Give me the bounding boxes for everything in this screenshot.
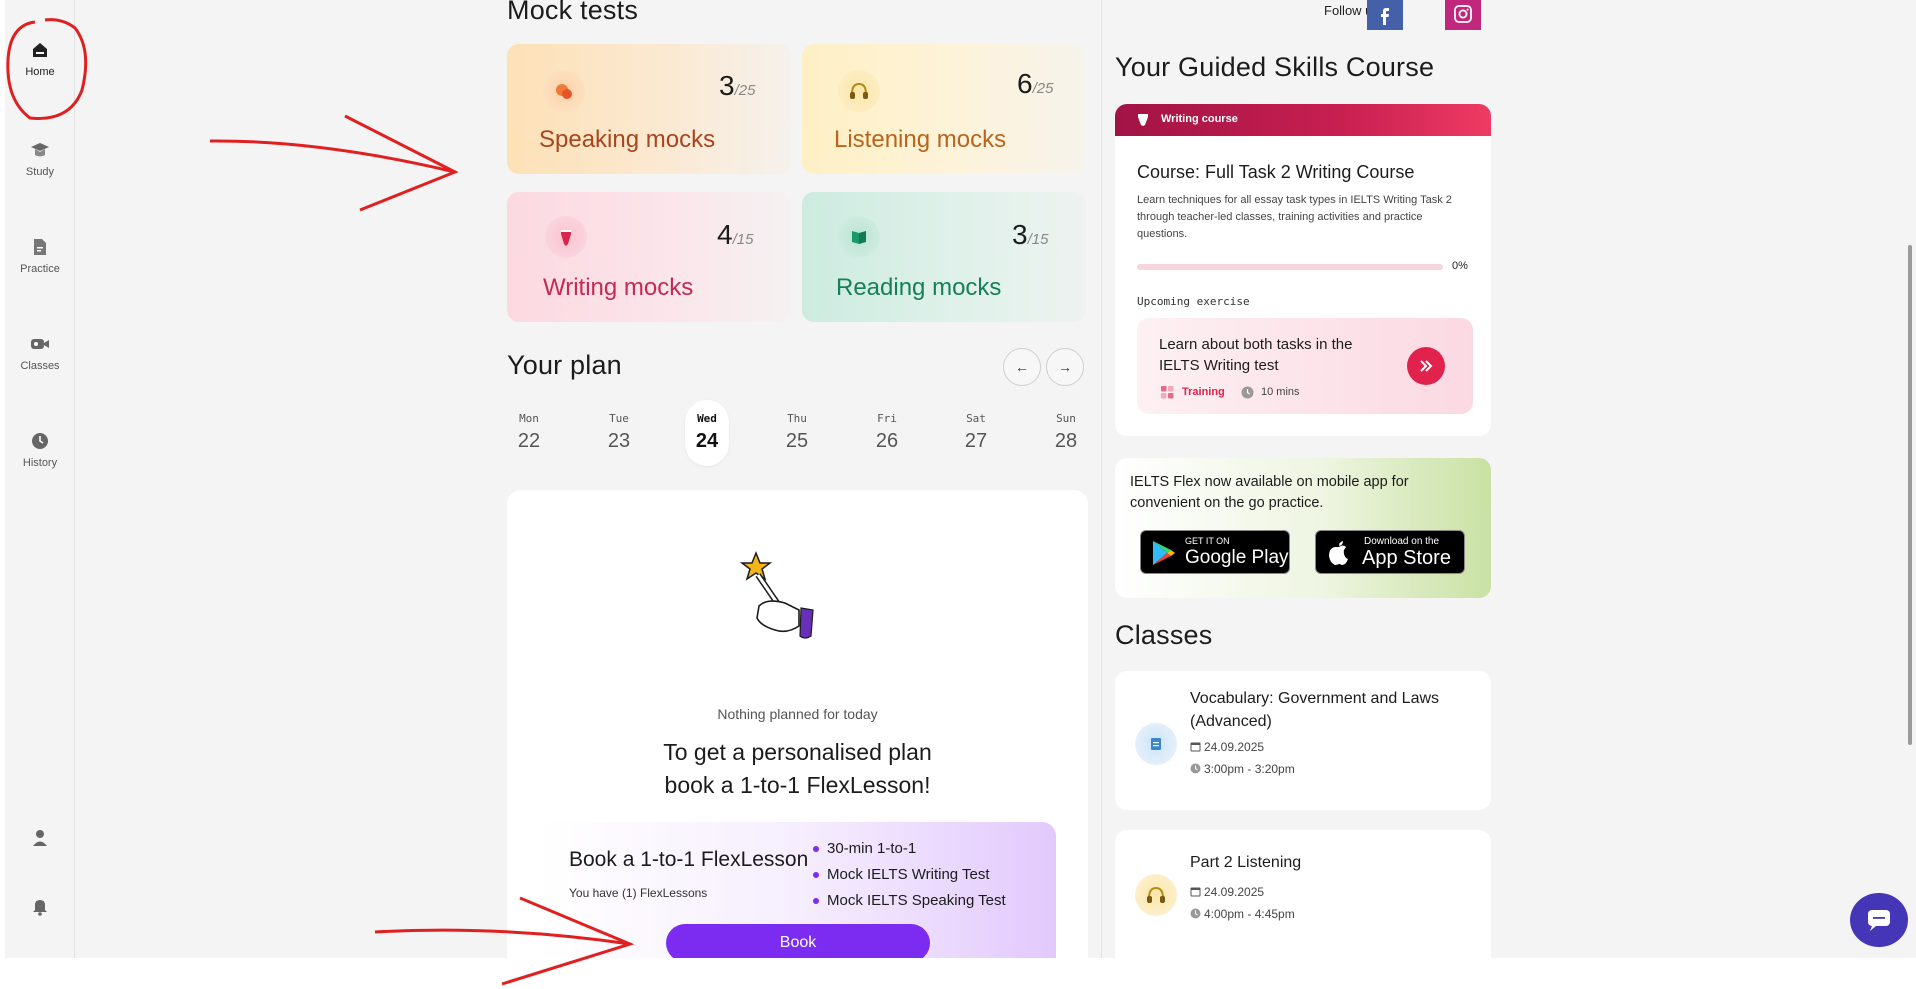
highlight-circle: [6, 18, 88, 120]
annotation-arrow: [209, 139, 456, 174]
annotation-arrow: [374, 928, 631, 946]
annotation-overlay: [6, 18, 635, 986]
annotation-arrowhead: [344, 114, 459, 212]
